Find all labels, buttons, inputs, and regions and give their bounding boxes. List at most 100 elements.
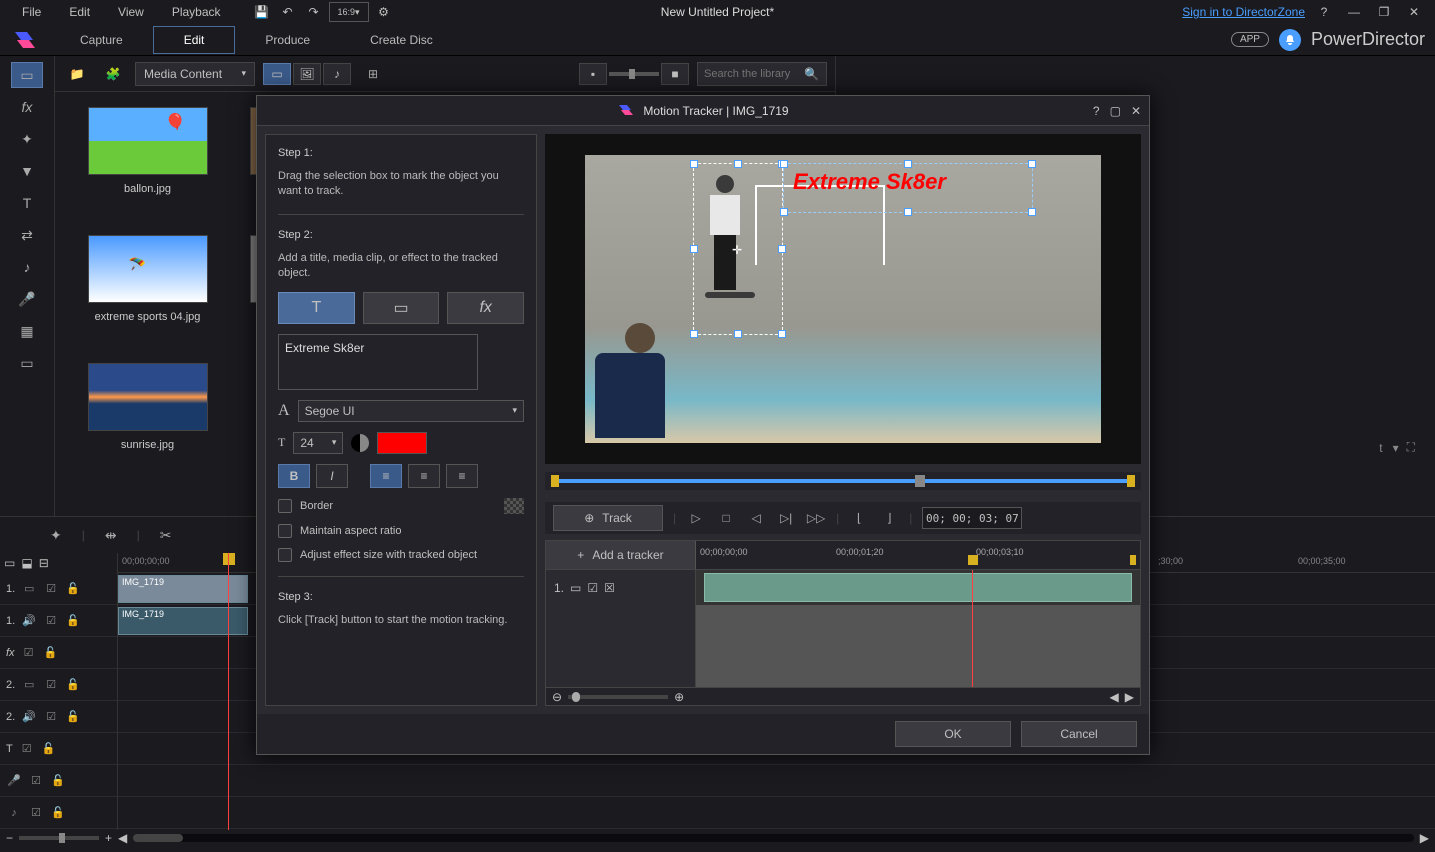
menu-file[interactable]: File — [10, 3, 53, 21]
scroll-left-icon[interactable]: ◀ — [118, 831, 127, 845]
fx-room-icon[interactable]: fx — [11, 94, 43, 120]
track-button[interactable]: ⊕ Track — [553, 505, 663, 531]
tab-edit[interactable]: Edit — [153, 26, 236, 54]
search-box[interactable]: 🔍 — [697, 62, 827, 86]
fast-forward-icon[interactable]: ▷▷ — [806, 511, 826, 525]
audio-room-icon[interactable]: ♪ — [11, 254, 43, 280]
mark-out-icon[interactable]: ⌋ — [879, 511, 899, 525]
grid-view-icon[interactable]: ⊞ — [359, 62, 387, 86]
save-icon[interactable]: 💾 — [251, 2, 273, 22]
timecode-display[interactable]: 00; 00; 03; 07 — [922, 507, 1022, 529]
tracker-out-marker[interactable] — [1130, 555, 1136, 565]
out-marker-icon[interactable] — [1127, 475, 1135, 487]
media-room-icon[interactable]: ▭ — [11, 62, 43, 88]
tracker-preview[interactable]: ✛ Extreme Sk8er — [545, 134, 1141, 464]
track-lock-icon[interactable]: 🔓 — [50, 806, 66, 819]
add-tracker-button[interactable]: + Add a tracker — [546, 541, 696, 569]
track-header[interactable]: 1.▭☑🔓 — [0, 573, 117, 605]
title-overlay-text[interactable]: Extreme Sk8er — [793, 169, 946, 195]
track-lock-icon[interactable]: 🔓 — [65, 614, 81, 627]
track-visible-icon[interactable]: ☑ — [21, 646, 37, 659]
tracker-playhead-marker[interactable] — [968, 555, 978, 565]
transition-room-icon[interactable]: ⇄ — [11, 222, 43, 248]
stop-icon[interactable]: □ — [716, 511, 736, 525]
tracker-playhead[interactable] — [972, 570, 973, 605]
track-visible-icon[interactable]: ☑ — [28, 806, 44, 819]
next-frame-icon[interactable]: ▷| — [776, 511, 796, 525]
track-visible-icon[interactable]: ☑ — [19, 742, 35, 755]
playhead-marker-icon[interactable] — [223, 553, 235, 565]
size-small-icon[interactable]: ▪ — [579, 63, 607, 85]
plugin-icon[interactable]: 🧩 — [99, 62, 127, 86]
media-item[interactable]: 🎈 ballon.jpg — [70, 107, 225, 195]
font-size-input[interactable]: 24▾ — [293, 432, 343, 454]
tracker-visible-icon[interactable]: ☑ — [587, 581, 598, 595]
font-family-dropdown[interactable]: Segoe UI▾ — [298, 400, 524, 422]
pip-room-icon[interactable]: ✦ — [11, 126, 43, 152]
size-large-icon[interactable]: ■ — [661, 63, 689, 85]
popout-icon[interactable]: ⛶ — [1407, 440, 1415, 455]
track-lock-icon[interactable]: 🔓 — [41, 742, 57, 755]
track-visible-icon[interactable]: ☑ — [28, 774, 44, 787]
in-marker-icon[interactable] — [551, 475, 559, 487]
thumb-size-slider[interactable] — [609, 72, 659, 76]
help-icon[interactable]: ? — [1313, 2, 1335, 22]
timeline-snap-icon[interactable]: ⊟ — [39, 556, 49, 570]
tab-capture[interactable]: Capture — [50, 27, 153, 53]
minimize-icon[interactable]: — — [1343, 2, 1365, 22]
search-icon[interactable]: 🔍 — [804, 67, 819, 81]
gear-icon[interactable]: ⚙ — [373, 2, 395, 22]
tracker-track[interactable] — [696, 570, 1140, 605]
adjust-size-checkbox[interactable] — [278, 548, 292, 562]
track-header[interactable]: T☑🔓 — [0, 733, 117, 765]
contrast-icon[interactable] — [351, 434, 369, 452]
dialog-titlebar[interactable]: Motion Tracker | IMG_1719 ? ▢ ✕ — [257, 96, 1149, 126]
subtitle-room-icon[interactable]: ▭ — [11, 350, 43, 376]
notification-icon[interactable] — [1279, 29, 1301, 51]
redo-icon[interactable]: ↷ — [303, 2, 325, 22]
tracker-ruler[interactable]: 00;00;00;00 00;00;01;20 00;00;03;10 — [696, 541, 1140, 569]
menu-playback[interactable]: Playback — [160, 3, 233, 21]
zoom-in-icon[interactable]: + — [105, 831, 112, 845]
track-visible-icon[interactable]: ☑ — [43, 678, 59, 691]
add-title-button[interactable]: T — [278, 292, 355, 324]
aspect-checkbox[interactable] — [278, 524, 292, 538]
italic-button[interactable]: I — [316, 464, 348, 488]
menu-edit[interactable]: Edit — [57, 3, 102, 21]
track-visible-icon[interactable]: ☑ — [43, 614, 59, 627]
track-lock-icon[interactable]: 🔓 — [50, 774, 66, 787]
filter-all-icon[interactable]: ▭ — [263, 63, 291, 85]
signin-link[interactable]: Sign in to DirectorZone — [1182, 5, 1305, 19]
tracker-selection-box[interactable]: ✛ — [693, 163, 783, 335]
track-header[interactable]: 2.🔊☑🔓 — [0, 701, 117, 733]
timeline-view-icon[interactable]: ▭ — [4, 556, 15, 570]
scrub-head-icon[interactable] — [915, 475, 925, 487]
border-color-swatch[interactable] — [504, 498, 524, 514]
media-filter-dropdown[interactable]: Media Content▾ — [135, 62, 255, 86]
playhead-line[interactable] — [228, 553, 229, 830]
zoom-slider[interactable] — [19, 836, 99, 840]
h-scrollbar[interactable] — [133, 834, 1414, 842]
filter-audio-icon[interactable]: ♪ — [323, 63, 351, 85]
track-header[interactable]: 2.▭☑🔓 — [0, 669, 117, 701]
track-lock-icon[interactable]: 🔓 — [65, 582, 81, 595]
media-item[interactable]: sunrise.jpg — [70, 363, 225, 451]
media-item[interactable]: 🪂 extreme sports 04.jpg — [70, 235, 225, 323]
split-tool-icon[interactable]: ⇹ — [105, 527, 117, 544]
bold-button[interactable]: B — [278, 464, 310, 488]
scroll-right-icon[interactable]: ▶ — [1420, 831, 1429, 845]
play-icon[interactable]: ▷ — [686, 511, 706, 525]
track-header[interactable]: 1.🔊☑🔓 — [0, 605, 117, 637]
filter-image-icon[interactable]: 🖼 — [293, 63, 321, 85]
track-lock-icon[interactable]: 🔓 — [65, 710, 81, 723]
track-lock-icon[interactable]: 🔓 — [65, 678, 81, 691]
undo-icon[interactable]: ↶ — [277, 2, 299, 22]
track-header[interactable]: fx☑🔓 — [0, 637, 117, 669]
maximize-icon[interactable]: ❐ — [1373, 2, 1395, 22]
align-center-button[interactable]: ≡ — [408, 464, 440, 488]
dialog-close-icon[interactable]: ✕ — [1131, 104, 1141, 118]
tracker-scroll-right-icon[interactable]: ▶ — [1125, 690, 1134, 704]
align-left-button[interactable]: ≡ — [370, 464, 402, 488]
cut-tool-icon[interactable]: ✂ — [160, 527, 172, 544]
ok-button[interactable]: OK — [895, 721, 1011, 747]
